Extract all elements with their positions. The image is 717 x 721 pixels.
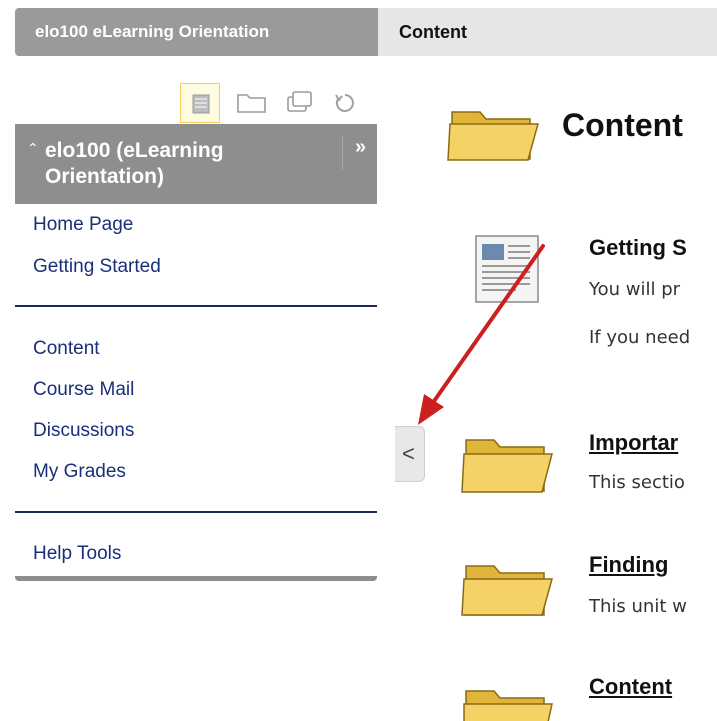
header-divider [342,136,343,170]
folder-view-icon[interactable] [232,83,272,123]
menu-footer-bar [15,576,377,581]
list-view-icon[interactable] [180,83,220,123]
menu-item-help-tools[interactable]: Help Tools [15,543,121,564]
menu-divider [15,305,377,307]
folder-icon[interactable] [460,677,556,721]
item-description: You will pr [589,279,681,300]
menu-divider [15,511,377,513]
folder-icon [447,111,539,161]
item-title-finding[interactable]: Finding [589,552,668,578]
sidebar-view-tools [180,83,360,123]
refresh-icon[interactable] [325,83,365,123]
menu-item-getting-started[interactable]: Getting Started [15,256,161,277]
collapse-sidebar-button[interactable]: < [395,426,425,482]
item-title-getting-started[interactable]: Getting S [589,235,687,261]
breadcrumb-current-page: Content [399,22,467,42]
document-icon[interactable] [472,234,546,308]
menu-item-discussions[interactable]: Discussions [15,420,134,441]
menu-item-course-mail[interactable]: Course Mail [15,379,134,400]
chevron-left-icon: < [402,441,415,466]
menu-item-content[interactable]: Content [15,338,100,359]
course-menu-header: ⌃ elo100 (eLearning Orientation) » [15,124,377,204]
window-view-icon[interactable] [280,83,320,123]
folder-icon[interactable] [460,426,556,496]
item-title-important[interactable]: Importar [589,430,678,456]
breadcrumb-course-link[interactable]: elo100 eLearning Orientation [15,8,378,56]
expand-menu-button[interactable]: » [355,136,366,159]
folder-icon[interactable] [460,552,556,618]
menu-item-home-page[interactable]: Home Page [15,214,133,235]
chevron-up-icon[interactable]: ⌃ [27,140,39,157]
item-description: If you need [589,327,691,348]
item-description: This unit w [589,596,687,617]
item-title-content[interactable]: Content [589,674,672,700]
page-title: Content [562,107,683,143]
course-menu-title[interactable]: elo100 (eLearning Orientation) [45,138,335,190]
menu-item-my-grades[interactable]: My Grades [15,461,126,482]
item-description: This sectio [589,472,685,493]
breadcrumb: elo100 eLearning Orientation Content [15,8,717,56]
